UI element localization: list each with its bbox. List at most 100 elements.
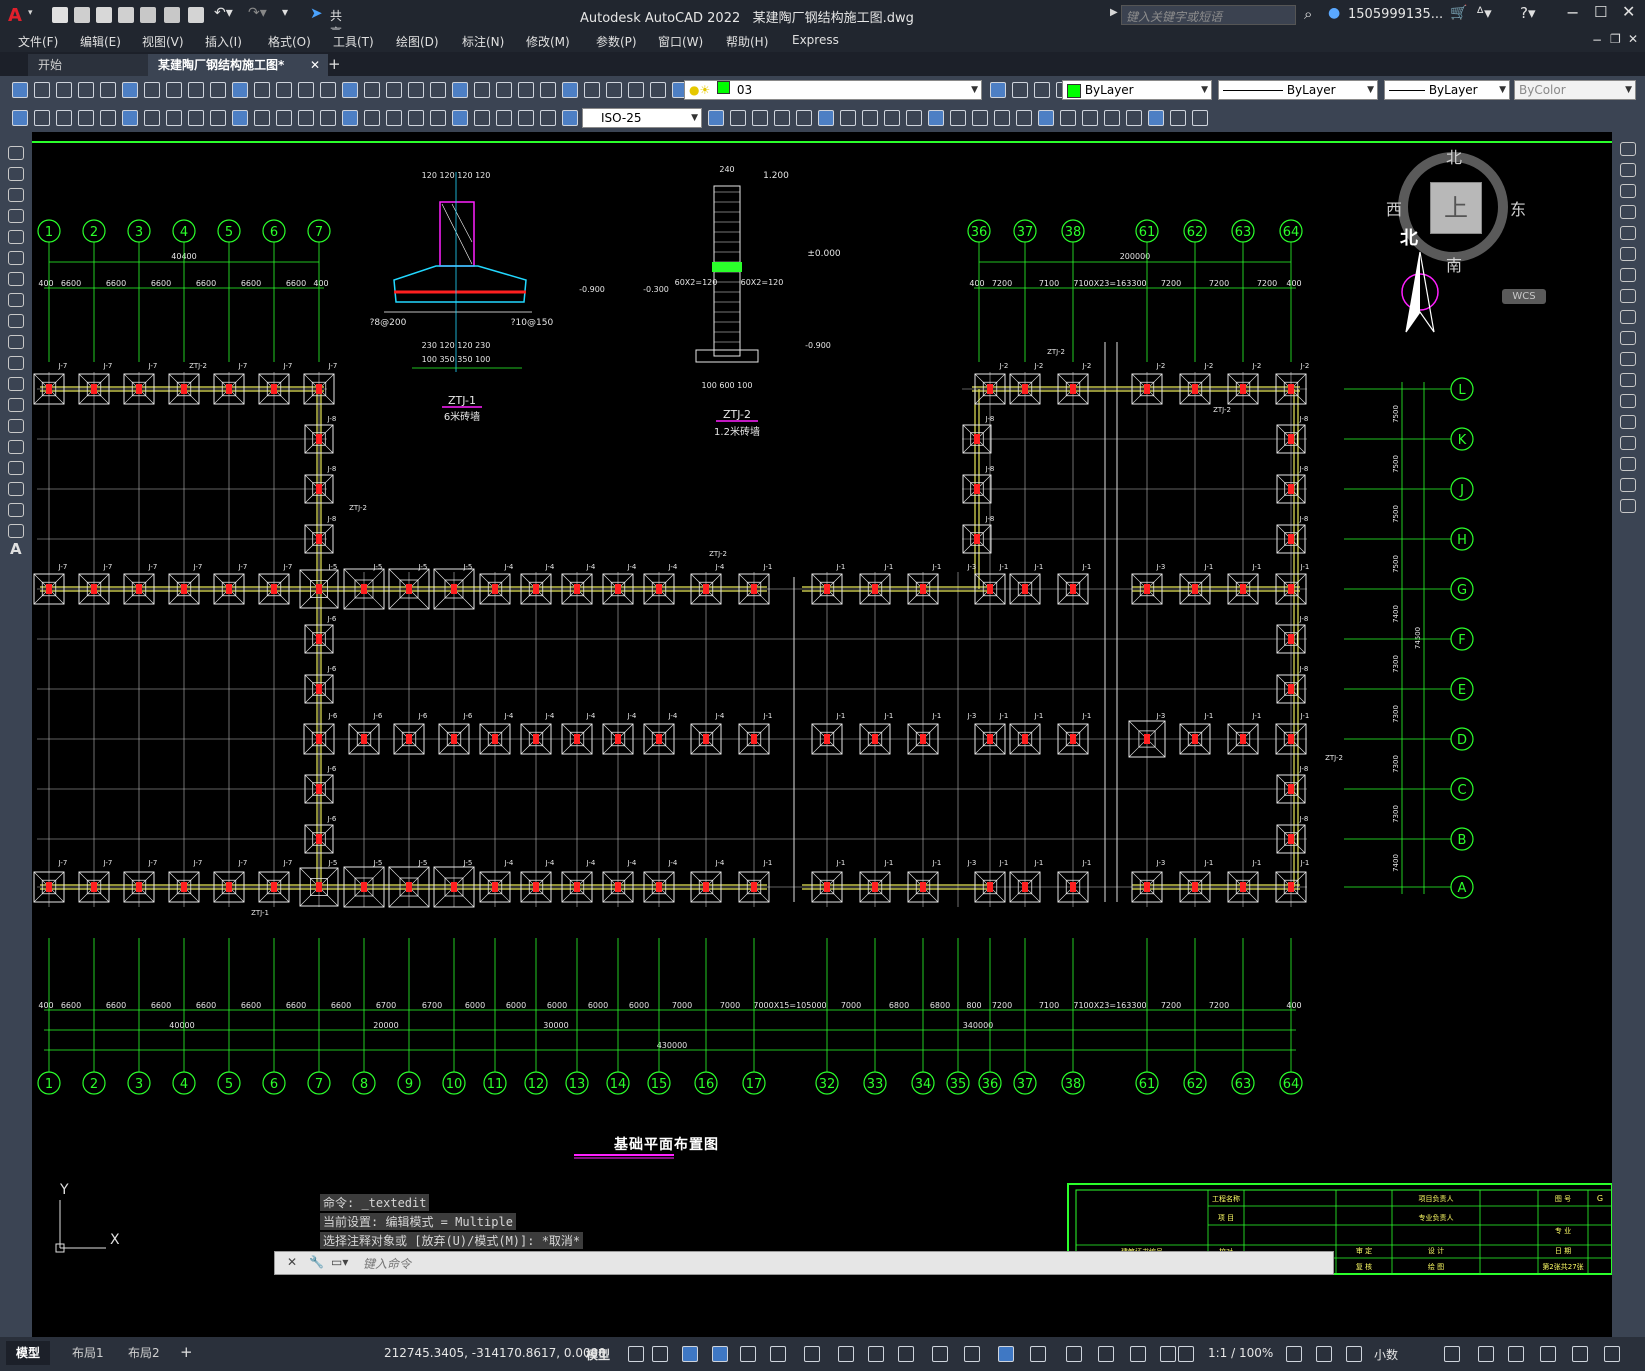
command-line[interactable]: ✕ 🔧 ▭▾ 键入命令 — [274, 1251, 1334, 1275]
standard-tool-icon-7[interactable] — [166, 82, 182, 98]
right-tool-icon-0[interactable] — [1620, 142, 1636, 156]
draw-tool-icon-13[interactable] — [298, 110, 314, 126]
standard-tool-icon-3[interactable] — [78, 82, 94, 98]
draw-tool-icon-24[interactable] — [540, 110, 556, 126]
draw-tool-icon-6[interactable] — [144, 110, 160, 126]
viewcube-west-label[interactable]: 西 — [1386, 196, 1402, 220]
draw-tool-icon-1[interactable] — [34, 110, 50, 126]
standard-tool-icon-5[interactable] — [122, 82, 138, 98]
status-toggle-icon-10[interactable] — [932, 1346, 948, 1362]
user-account[interactable]: 1505999135... — [1348, 7, 1443, 22]
draw-tool-icon-3[interactable] — [78, 110, 94, 126]
viewcube-south-label[interactable]: 南 — [1446, 252, 1462, 276]
draw-tool-icon-25[interactable] — [562, 110, 578, 126]
status-toggle-icon-4[interactable] — [740, 1346, 756, 1362]
standard-tool-icon-23[interactable] — [518, 82, 534, 98]
right-tool-icon-3[interactable] — [1620, 205, 1636, 219]
color-dropdown[interactable]: ByLayer ▼ — [1062, 80, 1212, 100]
autodesk-app-icon[interactable]: ᐞ▾ — [1476, 4, 1492, 22]
left-tool-icon-1[interactable] — [8, 167, 24, 181]
draw-tool-icon-2[interactable] — [56, 110, 72, 126]
modify-tool-icon-15[interactable] — [1038, 110, 1054, 126]
standard-tool-icon-9[interactable] — [210, 82, 226, 98]
standard-tool-icon-0[interactable] — [12, 82, 28, 98]
standard-tool-icon-28[interactable] — [628, 82, 644, 98]
drawing-canvas[interactable]: J-7 J-7 J-7 ZTJ-2 J-7 J-7 J-7 J-2 J-2 J-2 J-2 J-2 J-… — [32, 132, 1612, 1337]
modify-tool-icon-9[interactable] — [906, 110, 922, 126]
left-tool-icon-11[interactable] — [8, 377, 24, 391]
draw-tool-icon-18[interactable] — [408, 110, 424, 126]
plot-icon[interactable] — [188, 7, 204, 23]
add-layout-icon[interactable]: + — [180, 1343, 193, 1361]
draw-tool-icon-5[interactable] — [122, 110, 138, 126]
undo-icon[interactable]: ↶▾ — [214, 5, 233, 21]
left-tool-icon-14[interactable] — [8, 440, 24, 454]
modify-tool-icon-17[interactable] — [1082, 110, 1098, 126]
status-toggle-icon-6[interactable] — [804, 1346, 820, 1362]
status-toggle-icon-7[interactable] — [838, 1346, 854, 1362]
right-tool-icon-8[interactable] — [1620, 310, 1636, 324]
standard-tool-icon-1[interactable] — [34, 82, 50, 98]
right-tool-icon-12[interactable] — [1620, 394, 1636, 408]
menu-item-10[interactable]: 窗口(W) — [658, 33, 703, 50]
draw-tool-icon-20[interactable] — [452, 110, 468, 126]
command-input[interactable]: 键入命令 — [363, 1255, 411, 1272]
left-tool-icon-4[interactable] — [8, 230, 24, 244]
right-tool-icon-16[interactable] — [1620, 478, 1636, 492]
status-toggle-icon-12[interactable] — [998, 1346, 1014, 1362]
left-tool-icon-2[interactable] — [8, 188, 24, 202]
redo-icon[interactable]: ↷▾ — [248, 5, 267, 21]
standard-tool-icon-15[interactable] — [342, 82, 358, 98]
draw-tool-icon-4[interactable] — [100, 110, 116, 126]
status-toggle-icon-23[interactable] — [1478, 1346, 1494, 1362]
menu-item-6[interactable]: 绘图(D) — [396, 33, 439, 50]
left-tool-icon-5[interactable] — [8, 251, 24, 265]
coordinate-readout[interactable]: 212745.3405, -314170.8617, 0.0000 — [384, 1346, 606, 1360]
right-tool-icon-6[interactable] — [1620, 268, 1636, 282]
app-logo[interactable]: A — [8, 5, 26, 26]
standard-tool-icon-8[interactable] — [188, 82, 204, 98]
modify-tool-icon-5[interactable] — [818, 110, 834, 126]
layer-tool-icon-1[interactable] — [1012, 82, 1028, 98]
status-toggle-icon-13[interactable] — [1030, 1346, 1046, 1362]
standard-tool-icon-22[interactable] — [496, 82, 512, 98]
modify-tool-icon-12[interactable] — [972, 110, 988, 126]
draw-tool-icon-12[interactable] — [276, 110, 292, 126]
cart-icon[interactable]: 🛒 — [1450, 5, 1467, 21]
draw-tool-icon-23[interactable] — [518, 110, 534, 126]
standard-tool-icon-11[interactable] — [254, 82, 270, 98]
menu-item-12[interactable]: Express — [792, 33, 839, 47]
modify-tool-icon-16[interactable] — [1060, 110, 1076, 126]
lineweight-dropdown[interactable]: ByLayer ▼ — [1384, 80, 1510, 100]
modify-tool-icon-10[interactable] — [928, 110, 944, 126]
left-tool-icon-8[interactable] — [8, 314, 24, 328]
right-tool-icon-1[interactable] — [1620, 163, 1636, 177]
layer-dropdown[interactable]: ●☀ 03 ▼ — [684, 80, 982, 100]
draw-tool-icon-15[interactable] — [342, 110, 358, 126]
standard-tool-icon-16[interactable] — [364, 82, 380, 98]
standard-tool-icon-10[interactable] — [232, 82, 248, 98]
menu-item-3[interactable]: 插入(I) — [205, 33, 242, 50]
standard-tool-icon-14[interactable] — [320, 82, 336, 98]
menu-item-11[interactable]: 帮助(H) — [726, 33, 768, 50]
status-toggle-icon-24[interactable] — [1508, 1346, 1524, 1362]
modify-tool-icon-7[interactable] — [862, 110, 878, 126]
modify-tool-icon-3[interactable] — [774, 110, 790, 126]
status-toggle-icon-19[interactable] — [1286, 1346, 1302, 1362]
modify-tool-icon-8[interactable] — [884, 110, 900, 126]
status-toggle-icon-17[interactable] — [1160, 1346, 1176, 1362]
share-icon[interactable]: ➤ — [310, 4, 323, 22]
standard-tool-icon-4[interactable] — [100, 82, 116, 98]
modify-tool-icon-19[interactable] — [1126, 110, 1142, 126]
status-toggle-icon-18[interactable] — [1178, 1346, 1194, 1362]
status-toggle-icon-21[interactable] — [1346, 1346, 1362, 1362]
layer-tool-icon-0[interactable] — [990, 82, 1006, 98]
status-toggle-icon-11[interactable] — [964, 1346, 980, 1362]
draw-tool-icon-7[interactable] — [166, 110, 182, 126]
status-toggle-icon-3[interactable] — [712, 1346, 728, 1362]
modify-tool-icon-21[interactable] — [1170, 110, 1186, 126]
standard-tool-icon-24[interactable] — [540, 82, 556, 98]
search-expand-icon[interactable]: ▶ — [1110, 7, 1118, 18]
standard-tool-icon-29[interactable] — [650, 82, 666, 98]
publish-icon[interactable] — [140, 7, 156, 23]
